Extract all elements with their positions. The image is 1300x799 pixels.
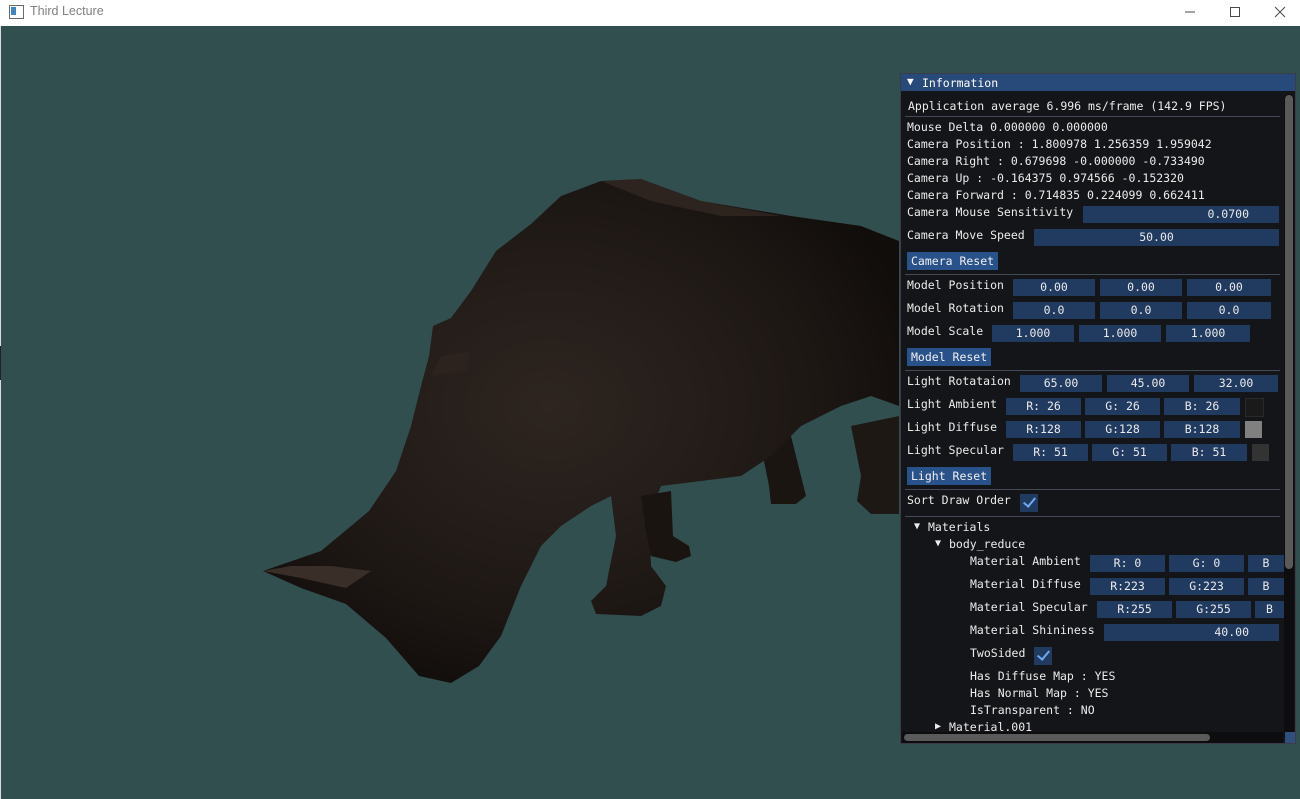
separator bbox=[905, 116, 1280, 117]
material-shininess-input[interactable]: 40.00 bbox=[1104, 624, 1279, 641]
light-specular-g[interactable]: G: 51 bbox=[1092, 444, 1167, 461]
minimize-button[interactable] bbox=[1167, 0, 1213, 24]
checkmark-icon bbox=[1036, 647, 1051, 661]
maximize-icon bbox=[1230, 7, 1240, 17]
light-rotation-x[interactable]: 65.00 bbox=[1020, 375, 1102, 392]
scrollbar-thumb[interactable] bbox=[904, 734, 1210, 741]
camera-reset-button[interactable]: Camera Reset bbox=[907, 252, 999, 270]
material-ambient-b[interactable]: B bbox=[1248, 555, 1284, 572]
material-specular-g[interactable]: G:255 bbox=[1176, 601, 1251, 618]
has-normal-map-text: Has Normal Map : YES bbox=[970, 686, 1109, 700]
move-speed-label: Camera Move Speed bbox=[907, 228, 1025, 242]
fps-text: Application average 6.996 ms/frame (142.… bbox=[908, 99, 1227, 113]
material-diffuse-b[interactable]: B bbox=[1248, 578, 1284, 595]
material-ambient-g[interactable]: G: 0 bbox=[1169, 555, 1244, 572]
model-position-x[interactable]: 0.00 bbox=[1013, 279, 1095, 296]
material-diffuse-r[interactable]: R:223 bbox=[1090, 578, 1165, 595]
title-bar: Third Lecture bbox=[0, 0, 1300, 27]
material-specular-b[interactable]: B bbox=[1255, 601, 1284, 618]
model-scale-z[interactable]: 1.000 bbox=[1166, 325, 1250, 342]
material-diffuse-label: Material Diffuse bbox=[970, 577, 1081, 591]
separator bbox=[905, 370, 1280, 371]
light-diffuse-label: Light Diffuse bbox=[907, 420, 998, 434]
light-specular-label: Light Specular bbox=[907, 443, 1004, 457]
sort-draw-order-label: Sort Draw Order bbox=[907, 493, 1011, 507]
panel-header[interactable]: ▼ Information bbox=[901, 74, 1295, 91]
material-collapsed-arrow-icon[interactable]: ▶ bbox=[935, 721, 941, 732]
model-rotation-x[interactable]: 0.0 bbox=[1013, 302, 1095, 319]
light-specular-r[interactable]: R: 51 bbox=[1013, 444, 1088, 461]
materials-arrow-icon[interactable]: ▼ bbox=[914, 521, 920, 532]
light-rotation-z[interactable]: 32.00 bbox=[1194, 375, 1278, 392]
model-rotation-label: Model Rotation bbox=[907, 301, 1004, 315]
material-specular-label: Material Specular bbox=[970, 600, 1088, 614]
close-icon bbox=[1274, 6, 1286, 18]
model-position-label: Model Position bbox=[907, 278, 1004, 292]
material-tree-node[interactable]: body_reduce bbox=[949, 538, 1025, 551]
window-title: Third Lecture bbox=[30, 4, 104, 18]
light-reset-button[interactable]: Light Reset bbox=[907, 467, 992, 485]
scrollbar-thumb[interactable] bbox=[1285, 95, 1293, 569]
is-transparent-text: IsTransparent : NO bbox=[970, 703, 1095, 717]
model-scale-y[interactable]: 1.000 bbox=[1079, 325, 1161, 342]
separator bbox=[905, 274, 1280, 275]
camera-up-text: Camera Up : -0.164375 0.974566 -0.152320 bbox=[907, 171, 1184, 185]
information-panel: ▼ Information Application average 6.996 … bbox=[900, 73, 1296, 744]
move-speed-input[interactable]: 50.00 bbox=[1034, 229, 1279, 246]
collapse-arrow-icon[interactable]: ▼ bbox=[907, 75, 914, 88]
mouse-sensitivity-label: Camera Mouse Sensitivity bbox=[907, 205, 1074, 219]
model-position-y[interactable]: 0.00 bbox=[1100, 279, 1182, 296]
maximize-button[interactable] bbox=[1212, 0, 1258, 24]
material-arrow-icon[interactable]: ▼ bbox=[935, 538, 941, 549]
two-sided-checkbox[interactable] bbox=[1034, 647, 1052, 665]
two-sided-label: TwoSided bbox=[970, 646, 1026, 660]
has-diffuse-map-text: Has Diffuse Map : YES bbox=[970, 669, 1116, 683]
light-diffuse-swatch[interactable] bbox=[1245, 421, 1262, 438]
separator bbox=[905, 516, 1280, 517]
minimize-icon bbox=[1185, 11, 1195, 13]
model-rotation-z[interactable]: 0.0 bbox=[1187, 302, 1271, 319]
light-diffuse-r[interactable]: R:128 bbox=[1006, 421, 1081, 438]
model-scale-x[interactable]: 1.000 bbox=[992, 325, 1074, 342]
camera-forward-text: Camera Forward : 0.714835 0.224099 0.662… bbox=[907, 188, 1205, 202]
light-ambient-swatch[interactable] bbox=[1245, 398, 1264, 417]
material-diffuse-g[interactable]: G:223 bbox=[1169, 578, 1244, 595]
mouse-sensitivity-input[interactable]: 0.0700 bbox=[1083, 206, 1279, 223]
light-ambient-b[interactable]: B: 26 bbox=[1164, 398, 1240, 415]
light-ambient-g[interactable]: G: 26 bbox=[1085, 398, 1160, 415]
light-ambient-r[interactable]: R: 26 bbox=[1006, 398, 1081, 415]
light-specular-swatch[interactable] bbox=[1252, 444, 1269, 461]
material-ambient-r[interactable]: R: 0 bbox=[1090, 555, 1165, 572]
model-position-z[interactable]: 0.00 bbox=[1187, 279, 1271, 296]
material-specular-r[interactable]: R:255 bbox=[1097, 601, 1172, 618]
app-icon bbox=[9, 5, 24, 19]
material-shininess-label: Material Shininess bbox=[970, 623, 1095, 637]
light-specular-b[interactable]: B: 51 bbox=[1171, 444, 1247, 461]
vertical-scrollbar[interactable] bbox=[1284, 94, 1294, 740]
light-rotation-y[interactable]: 45.00 bbox=[1107, 375, 1189, 392]
camera-position-text: Camera Position : 1.800978 1.256359 1.95… bbox=[907, 137, 1212, 151]
checkmark-icon bbox=[1022, 494, 1037, 508]
light-diffuse-g[interactable]: G:128 bbox=[1085, 421, 1160, 438]
light-rotation-label: Light Rotataion bbox=[907, 374, 1011, 388]
model-reset-button[interactable]: Model Reset bbox=[907, 348, 992, 366]
materials-tree-node[interactable]: Materials bbox=[928, 521, 990, 534]
model-scale-label: Model Scale bbox=[907, 324, 984, 338]
panel-title: Information bbox=[922, 76, 999, 90]
horizontal-scrollbar[interactable] bbox=[902, 732, 1283, 743]
resize-grip[interactable] bbox=[1285, 732, 1295, 743]
light-diffuse-b[interactable]: B:128 bbox=[1164, 421, 1240, 438]
material-ambient-label: Material Ambient bbox=[970, 554, 1081, 568]
sort-draw-order-checkbox[interactable] bbox=[1020, 494, 1038, 512]
model-rotation-y[interactable]: 0.0 bbox=[1100, 302, 1182, 319]
light-ambient-label: Light Ambient bbox=[907, 397, 998, 411]
mouse-delta-text: Mouse Delta 0.000000 0.000000 bbox=[907, 120, 1108, 134]
close-button[interactable] bbox=[1257, 0, 1300, 24]
camera-right-text: Camera Right : 0.679698 -0.000000 -0.733… bbox=[907, 154, 1205, 168]
separator bbox=[905, 489, 1280, 490]
